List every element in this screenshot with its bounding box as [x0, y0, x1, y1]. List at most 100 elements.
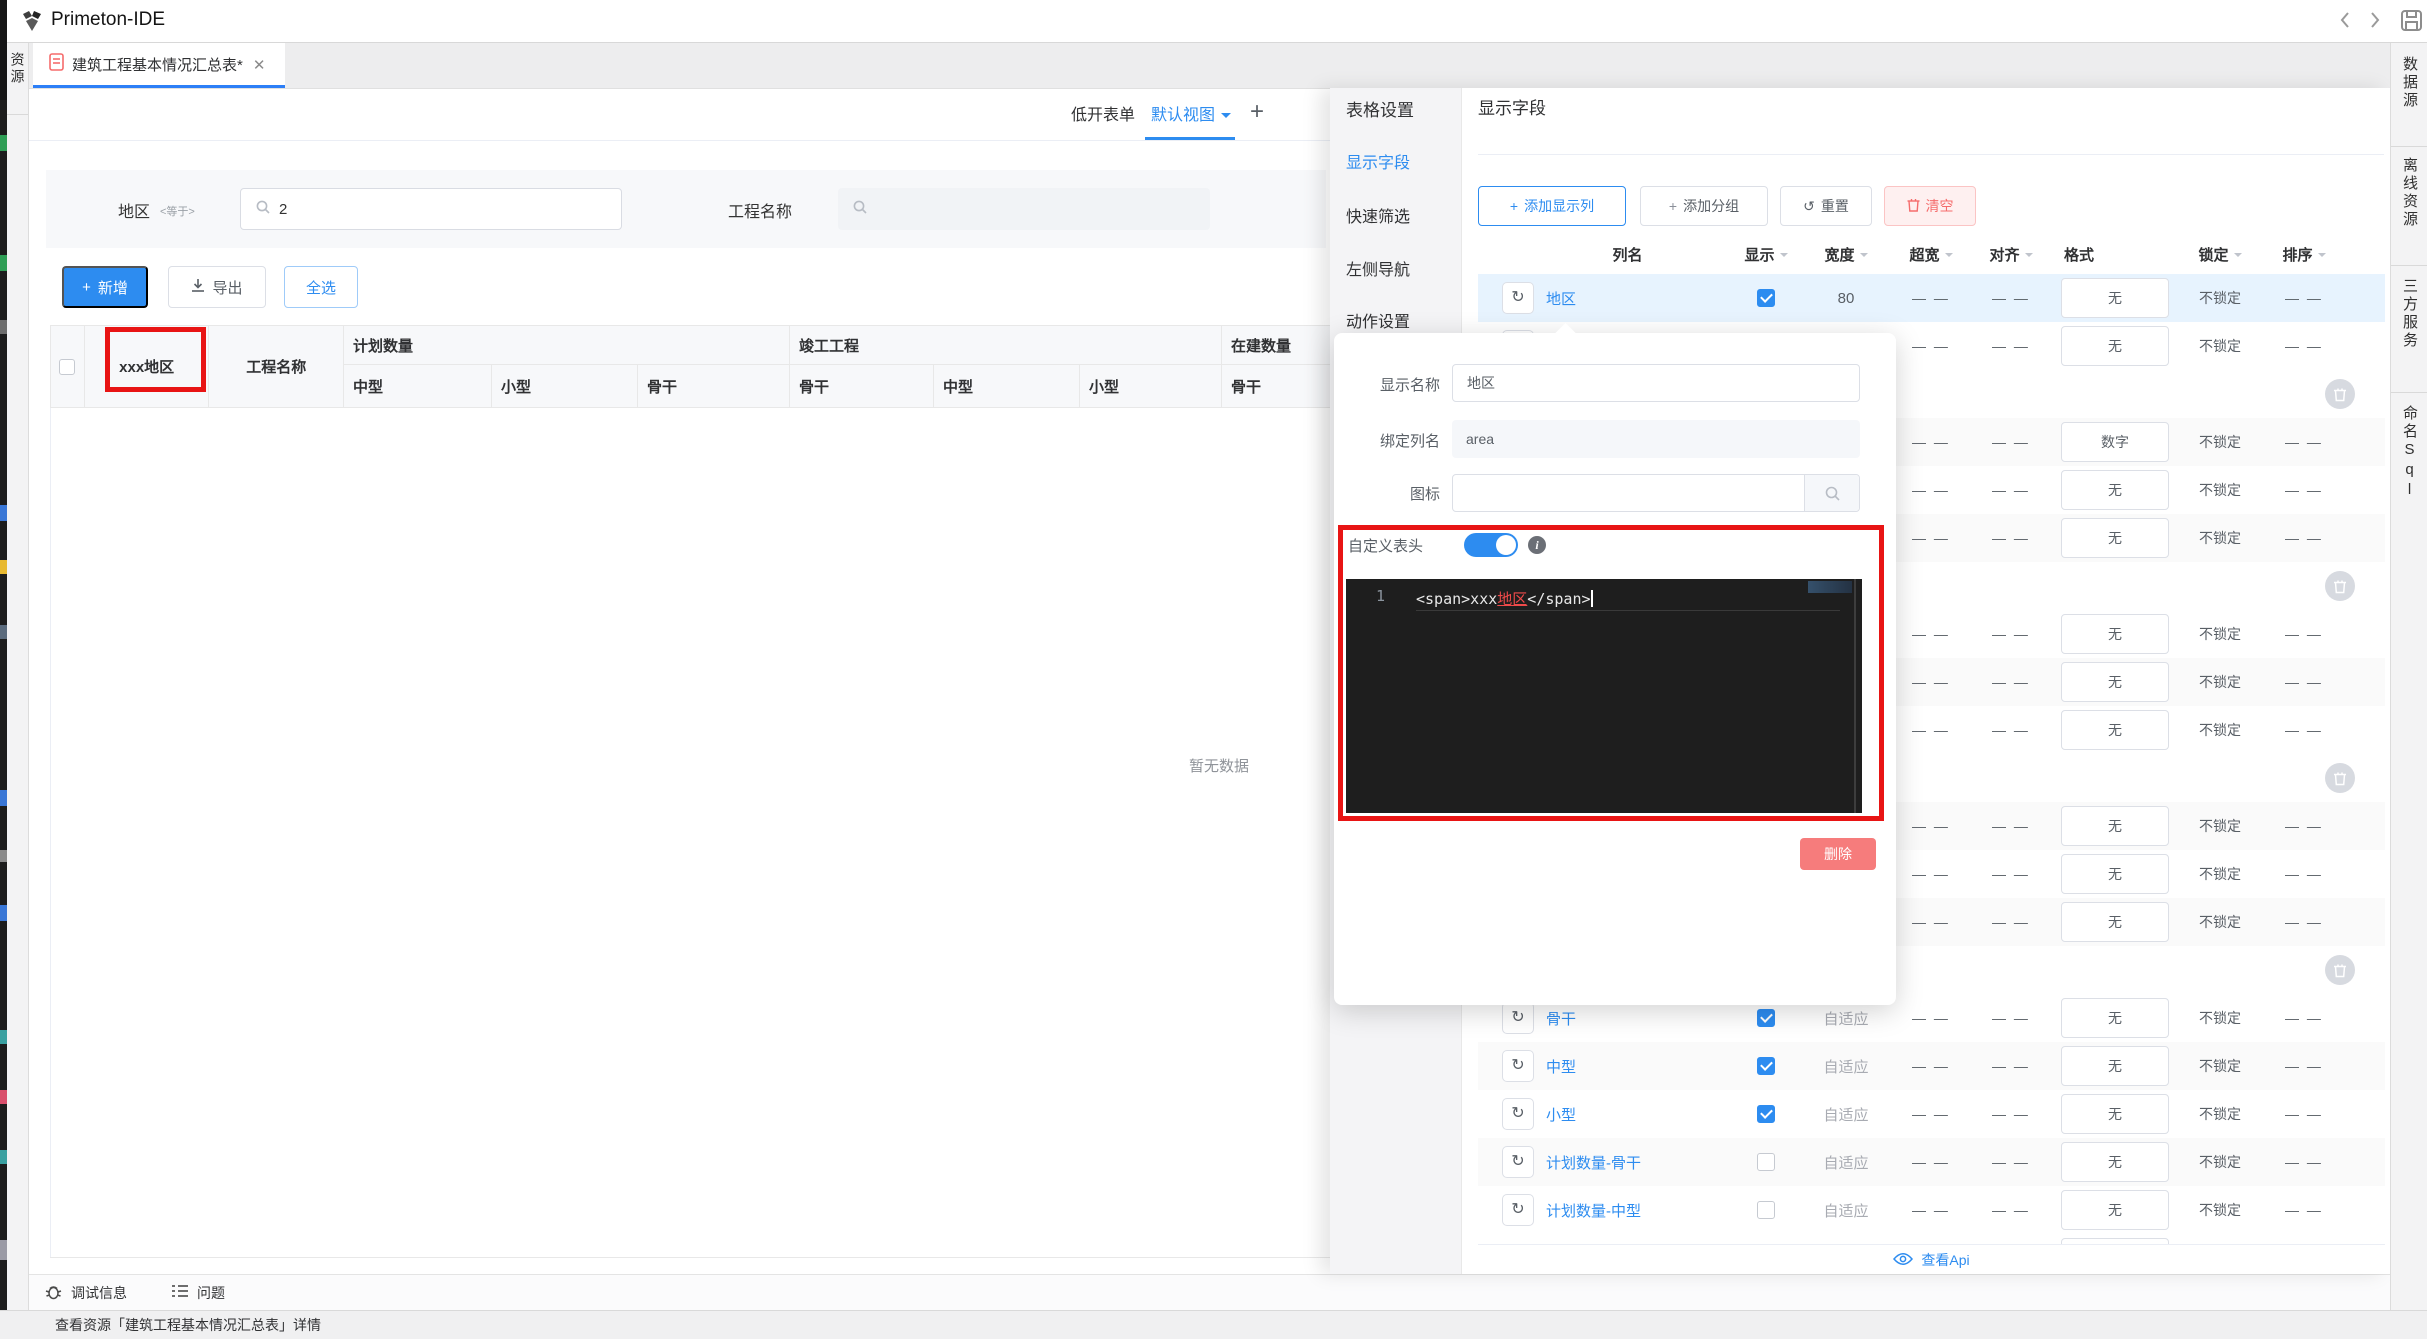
format-select[interactable]: 无	[2061, 518, 2169, 558]
add-display-column-button[interactable]: + 添加显示列	[1478, 186, 1626, 226]
subheader-cell[interactable]: 中型	[344, 365, 493, 407]
refresh-icon[interactable]: ↻	[1502, 1194, 1534, 1226]
col-header-overwide[interactable]: 超宽	[1890, 235, 1972, 274]
group-label-cell[interactable]: 在建数量	[1222, 326, 1331, 365]
rail-item-namedsql[interactable]: 命名Sql	[2399, 405, 2420, 501]
area-filter-operator[interactable]: <等于>	[160, 203, 195, 219]
col-header-lock[interactable]: 锁定	[2180, 235, 2260, 274]
rail-item-thirdparty[interactable]: 三方服务	[2399, 278, 2420, 350]
table-row-area[interactable]: ↻ 地区 80 — — — — 无 不锁定 — —	[1478, 274, 2385, 322]
rail-item-resources[interactable]: 资源	[8, 52, 28, 86]
subheader-cell[interactable]: 骨干	[638, 365, 791, 407]
lock-value[interactable]: 不锁定	[2180, 898, 2260, 946]
lock-value[interactable]: 不锁定	[2180, 658, 2260, 706]
select-all-button[interactable]: 全选	[284, 266, 358, 308]
subheader-cell[interactable]: 中型	[934, 365, 1081, 407]
reset-button[interactable]: ↺ 重置	[1780, 186, 1872, 226]
format-select[interactable]: 数字	[2061, 422, 2169, 462]
editor-scrollbar[interactable]	[1854, 579, 1856, 813]
clear-button[interactable]: 清空	[1884, 186, 1976, 226]
lock-value[interactable]: 不锁定	[2180, 1042, 2260, 1090]
lock-value[interactable]: 不锁定	[2180, 994, 2260, 1042]
table-row-medium[interactable]: ↻ 中型 自适应 — — — — 无 不锁定 — —	[1478, 1042, 2385, 1090]
icon-input[interactable]	[1452, 474, 1860, 512]
debug-info-tab[interactable]: 调试信息	[44, 1282, 127, 1304]
tab-default-view[interactable]: 默认视图	[1151, 101, 1232, 125]
refresh-icon[interactable]: ↻	[1502, 1146, 1534, 1178]
view-api-link[interactable]: 查看Api	[1921, 1250, 1969, 1270]
custom-header-code-editor[interactable]: 1 <span>xxx地区</span>	[1346, 579, 1862, 813]
delete-button[interactable]: 删除	[1800, 838, 1876, 870]
trash-icon[interactable]	[2325, 763, 2355, 793]
format-select[interactable]: 无	[2061, 710, 2169, 750]
show-checkbox[interactable]	[1757, 289, 1775, 307]
show-checkbox[interactable]	[1757, 1009, 1775, 1027]
width-value[interactable]: 自适应	[1802, 1186, 1890, 1234]
subheader-cell[interactable]: 骨干	[1222, 365, 1330, 407]
icon-search-suffix[interactable]	[1804, 475, 1859, 511]
export-button[interactable]: 导出	[168, 266, 266, 308]
lock-value[interactable]: 不锁定	[2180, 706, 2260, 754]
project-search-input[interactable]	[838, 188, 1210, 230]
format-select[interactable]: 无	[2061, 278, 2169, 318]
show-checkbox[interactable]	[1757, 1153, 1775, 1171]
refresh-icon[interactable]: ↻	[1502, 1098, 1534, 1130]
table-row-plan-backbone[interactable]: ↻ 计划数量-骨干 自适应 — — — — 无 不锁定 — —	[1478, 1138, 2385, 1186]
trash-icon[interactable]	[2325, 571, 2355, 601]
format-select[interactable]: 无	[2061, 470, 2169, 510]
format-select[interactable]: 无	[2061, 1094, 2169, 1134]
menu-item-action-settings[interactable]: 动作设置	[1346, 308, 1410, 332]
format-select[interactable]: 无	[2061, 1046, 2169, 1086]
col-header-width[interactable]: 宽度	[1802, 235, 1890, 274]
rail-item-offline[interactable]: 离线资源	[2399, 157, 2420, 229]
refresh-icon[interactable]: ↻	[1502, 1002, 1534, 1034]
format-select[interactable]: 无	[2061, 326, 2169, 366]
save-floppy-icon[interactable]	[2399, 8, 2424, 38]
select-all-checkbox[interactable]	[59, 358, 76, 375]
menu-item-left-nav[interactable]: 左侧导航	[1346, 256, 1410, 280]
format-select[interactable]: 无	[2061, 902, 2169, 942]
lock-value[interactable]: 不锁定	[2180, 418, 2260, 466]
menu-item-quick-filter[interactable]: 快速筛选	[1346, 203, 1410, 227]
subheader-cell[interactable]: 小型	[492, 365, 639, 407]
refresh-icon[interactable]: ↻	[1502, 282, 1534, 314]
table-row-plan-medium[interactable]: ↻ 计划数量-中型 自适应 — — — — 无 不锁定 — —	[1478, 1186, 2385, 1234]
lock-value[interactable]: 不锁定	[2180, 610, 2260, 658]
column-name-link[interactable]: 地区	[1534, 274, 1730, 322]
back-chevron-icon[interactable]	[2335, 9, 2357, 36]
forward-chevron-icon[interactable]	[2363, 9, 2385, 36]
format-select[interactable]: 无	[2061, 854, 2169, 894]
col-header-name[interactable]: 列名	[1478, 235, 1730, 274]
group-label-cell[interactable]: 计划数量	[344, 326, 791, 365]
col-header-format[interactable]: 格式	[2050, 235, 2180, 274]
col-header-sort[interactable]: 排序	[2260, 235, 2348, 274]
subheader-cell[interactable]: 骨干	[790, 365, 935, 407]
format-select[interactable]: 无	[2061, 1142, 2169, 1182]
col-header-align[interactable]: 对齐	[1972, 235, 2050, 274]
tab-lowcode-form[interactable]: 低开表单	[1071, 101, 1135, 125]
lock-value[interactable]: 不锁定	[2180, 466, 2260, 514]
table-row-small[interactable]: ↻ 小型 自适应 — — — — 无 不锁定 — —	[1478, 1090, 2385, 1138]
tab-summary-sheet[interactable]: 建筑工程基本情况汇总表* ✕	[33, 42, 285, 87]
format-select[interactable]: 无	[2061, 998, 2169, 1038]
lock-value[interactable]: 不锁定	[2180, 1186, 2260, 1234]
subheader-cell[interactable]: 小型	[1080, 365, 1223, 407]
col-header-show[interactable]: 显示	[1730, 235, 1802, 274]
column-name-link[interactable]: 计划数量-中型	[1534, 1186, 1730, 1234]
lock-value[interactable]: 不锁定	[2180, 850, 2260, 898]
column-name-link[interactable]: 小型	[1534, 1090, 1730, 1138]
lock-value[interactable]: 不锁定	[2180, 1090, 2260, 1138]
display-name-input[interactable]: 地区	[1452, 364, 1860, 402]
group-label-cell[interactable]: 竣工工程	[790, 326, 1223, 365]
format-select[interactable]: 无	[2061, 806, 2169, 846]
width-value[interactable]: 自适应	[1802, 1138, 1890, 1186]
show-checkbox[interactable]	[1757, 1201, 1775, 1219]
format-select[interactable]: 无	[2061, 662, 2169, 702]
show-checkbox[interactable]	[1757, 1105, 1775, 1123]
menu-item-display-fields[interactable]: 显示字段	[1346, 149, 1410, 173]
add-button[interactable]: + 新增	[62, 266, 148, 308]
width-value[interactable]: 80	[1802, 274, 1890, 322]
lock-value[interactable]: 不锁定	[2180, 1138, 2260, 1186]
header-project-cell[interactable]: 工程名称	[209, 326, 345, 407]
custom-header-toggle-on[interactable]	[1464, 533, 1518, 557]
